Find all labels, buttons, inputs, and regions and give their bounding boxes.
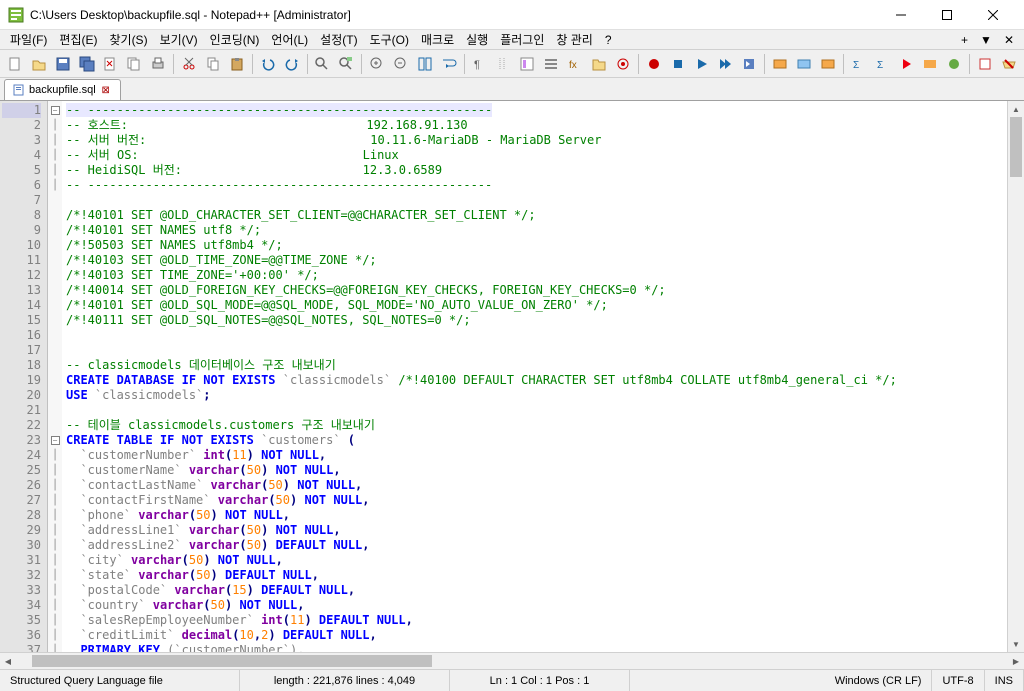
title-bar: C:\Users Desktop\backupfile.sql - Notepa… [0,0,1024,30]
fold-column: −│││││−│││││││││││││││ [48,101,62,652]
app-icon [8,7,24,23]
tab-bar: backupfile.sql ⊠ [0,78,1024,100]
save-macro-button[interactable] [738,53,760,75]
status-bar: Structured Query Language file length : … [0,669,1024,691]
svg-text:¶: ¶ [474,59,480,71]
close-button[interactable] [970,0,1016,30]
editor-area[interactable]: 1234567891011121314151617181920212223242… [0,100,1024,652]
menu-file[interactable]: 파일(F) [4,29,53,50]
scroll-left-icon[interactable]: ◀ [0,653,16,669]
menu-edit[interactable]: 편집(E) [53,29,103,50]
zoom-in-button[interactable] [366,53,388,75]
menu-tools[interactable]: 도구(O) [364,29,415,50]
scroll-thumb-v[interactable] [1010,117,1022,177]
play-multi-button[interactable] [715,53,737,75]
monitor-button[interactable] [612,53,634,75]
tb-sort-3[interactable] [896,53,918,75]
cut-button[interactable] [178,53,200,75]
menu-macro[interactable]: 매크로 [415,29,460,50]
play-macro-button[interactable] [691,53,713,75]
undo-button[interactable] [257,53,279,75]
replace-button[interactable] [335,53,357,75]
fold-toggle[interactable]: − [51,436,60,445]
copy-button[interactable] [202,53,224,75]
status-encoding[interactable]: UTF-8 [932,670,984,691]
tab-close-icon[interactable]: ⊠ [100,84,112,96]
status-language: Structured Query Language file [0,670,240,691]
tb-extra-3[interactable] [817,53,839,75]
open-file-button[interactable] [28,53,50,75]
redo-button[interactable] [281,53,303,75]
menu-down-icon[interactable]: ▼ [974,31,998,49]
doc-map-button[interactable] [517,53,539,75]
menu-view[interactable]: 보기(V) [154,29,204,50]
menu-x-icon[interactable]: ✕ [998,31,1020,49]
maximize-button[interactable] [924,0,970,30]
scroll-right-icon[interactable]: ▶ [1008,653,1024,669]
zoom-out-button[interactable] [390,53,412,75]
tb-extra-2[interactable] [793,53,815,75]
menu-help[interactable]: ? [599,31,618,49]
svg-text:Σ: Σ [853,60,859,71]
scroll-down-icon[interactable]: ▼ [1008,636,1024,652]
tb-sort-4[interactable] [920,53,942,75]
svg-text:Σ: Σ [877,60,883,71]
tb-sort-5[interactable] [943,53,965,75]
tb-sort-1[interactable]: Σ [848,53,870,75]
toolbar: ¶ fx Σ Σ [0,50,1024,78]
window-title: C:\Users Desktop\backupfile.sql - Notepa… [30,8,878,22]
wordwrap-button[interactable] [438,53,460,75]
tab-backupfile[interactable]: backupfile.sql ⊠ [4,79,121,100]
status-length: length : 221,876 lines : 4,049 [240,670,450,691]
function-list-button[interactable]: fx [564,53,586,75]
minimize-button[interactable] [878,0,924,30]
line-number-gutter: 1234567891011121314151617181920212223242… [0,101,48,652]
record-macro-button[interactable] [643,53,665,75]
indent-guide-button[interactable] [493,53,515,75]
menu-plugins[interactable]: 플러그인 [494,29,550,50]
menu-search[interactable]: 찾기(S) [103,29,153,50]
status-insert-mode[interactable]: INS [985,670,1024,691]
sync-scroll-button[interactable] [414,53,436,75]
scroll-up-icon[interactable]: ▲ [1008,101,1024,117]
fold-toggle[interactable]: − [51,106,60,115]
tab-label: backupfile.sql [29,84,96,96]
status-eol[interactable]: Windows (CR LF) [825,670,933,691]
close-file-button[interactable] [100,53,122,75]
save-button[interactable] [52,53,74,75]
status-position: Ln : 1 Col : 1 Pos : 1 [450,670,630,691]
paste-button[interactable] [226,53,248,75]
save-all-button[interactable] [76,53,98,75]
find-button[interactable] [312,53,334,75]
vertical-scrollbar[interactable]: ▲ ▼ [1007,101,1024,652]
print-button[interactable] [147,53,169,75]
menu-bar: 파일(F) 편집(E) 찾기(S) 보기(V) 인코딩(N) 언어(L) 설정(… [0,30,1024,50]
tb-sort-2[interactable]: Σ [872,53,894,75]
menu-language[interactable]: 언어(L) [265,29,314,50]
menu-settings[interactable]: 설정(T) [314,29,363,50]
code-content[interactable]: -- -------------------------------------… [62,101,1007,652]
stop-macro-button[interactable] [667,53,689,75]
folder-workspace-button[interactable] [588,53,610,75]
scroll-thumb-h[interactable] [32,655,432,667]
doc-list-button[interactable] [540,53,562,75]
menu-plus-icon[interactable]: + [955,31,974,49]
show-chars-button[interactable]: ¶ [469,53,491,75]
horizontal-scrollbar[interactable]: ◀ ▶ [0,652,1024,669]
menu-encoding[interactable]: 인코딩(N) [204,29,266,50]
svg-text:fx: fx [569,60,577,71]
new-file-button[interactable] [4,53,26,75]
menu-run[interactable]: 실행 [460,29,494,50]
tb-misc-1[interactable] [974,53,996,75]
menu-window[interactable]: 창 관리 [550,29,598,50]
close-all-button[interactable] [123,53,145,75]
file-icon [13,84,25,96]
tb-misc-2[interactable] [998,53,1020,75]
tb-extra-1[interactable] [769,53,791,75]
